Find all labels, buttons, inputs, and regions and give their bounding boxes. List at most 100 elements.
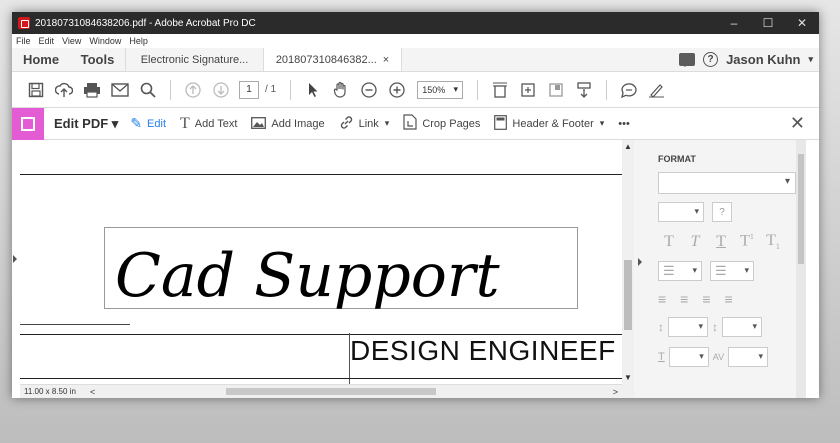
text-italic-icon[interactable]: T	[684, 233, 706, 251]
header-footer-chevron-icon: ▾	[599, 118, 605, 128]
tab-tools[interactable]: Tools	[70, 48, 126, 71]
add-text-button[interactable]: T Add Text	[180, 115, 237, 133]
document-view[interactable]: Cad Support DESIGN ENGINEEF	[20, 140, 622, 398]
text-t-icon: T	[180, 114, 190, 132]
vertical-scroll-thumb[interactable]	[624, 260, 632, 330]
main-area: Cad Support DESIGN ENGINEEF ▲ ▼ FORMAT ?	[12, 140, 819, 398]
signature-text: Cad Support	[115, 241, 501, 310]
acrobat-window: 20180731084638206.pdf - Adobe Acrobat Pr…	[12, 12, 819, 398]
scroll-left-icon[interactable]: <	[90, 387, 95, 397]
close-window-button[interactable]: ✕	[785, 16, 819, 30]
menu-file[interactable]: File	[16, 36, 31, 46]
text-underline-icon[interactable]: T	[710, 233, 732, 251]
tab-home[interactable]: Home	[12, 48, 70, 71]
align-justify-icon[interactable]: ≡	[725, 291, 733, 307]
scroll-up-icon[interactable]: ▲	[624, 142, 632, 151]
right-panel-toggle[interactable]	[634, 140, 648, 398]
link-chain-icon	[339, 115, 354, 133]
align-right-icon[interactable]: ≡	[702, 291, 710, 307]
sign-pen-icon[interactable]	[643, 78, 671, 102]
link-button[interactable]: Link ▾	[339, 115, 389, 133]
tab-current-document[interactable]: 201807310846382... ×	[264, 48, 402, 71]
header-footer-button[interactable]: Header & Footer ▾	[494, 114, 605, 133]
text-subscript-icon[interactable]: T1	[762, 232, 784, 251]
select-arrow-icon[interactable]	[299, 78, 327, 102]
comment-icon[interactable]	[615, 78, 643, 102]
document-rule-top	[20, 174, 622, 175]
document-rule-bottom	[20, 378, 622, 379]
zoom-level-dropdown[interactable]: 150% ▾	[417, 80, 464, 99]
edit-text-image-icon: ✎	[130, 115, 143, 131]
main-toolbar: 1 / 1 150% ▾	[12, 72, 819, 108]
scroll-down-icon[interactable]: ▼	[624, 373, 632, 382]
crop-pages-button[interactable]: Crop Pages	[403, 114, 480, 133]
font-help-icon[interactable]: ?	[712, 202, 732, 222]
character-spacing-dropdown[interactable]	[728, 347, 769, 368]
menu-edit[interactable]: Edit	[39, 36, 55, 46]
format-panel-scroll-thumb[interactable]	[798, 154, 804, 264]
close-tab-icon[interactable]: ×	[383, 54, 389, 66]
zoom-level-value: 150%	[422, 84, 446, 95]
zoom-out-icon[interactable]	[355, 78, 383, 102]
page-number-input[interactable]: 1	[239, 80, 259, 99]
edit-button[interactable]: ✎ Edit	[130, 115, 166, 132]
signature-handwriting: Cad Support	[115, 241, 501, 310]
edit-pdf-tool-icon[interactable]	[12, 107, 44, 140]
format-panel-scrollbar[interactable]	[796, 140, 806, 398]
menu-help[interactable]: Help	[129, 36, 148, 46]
page-total: / 1	[265, 84, 277, 95]
line-spacing-dropdown[interactable]	[668, 317, 708, 338]
menu-window[interactable]: Window	[89, 36, 121, 46]
scroll-mode-icon[interactable]	[570, 78, 598, 102]
scroll-right-icon[interactable]: >	[613, 387, 618, 397]
maximize-button[interactable]: ☐	[751, 16, 785, 30]
horizontal-scale-dropdown[interactable]	[668, 347, 709, 368]
save-icon[interactable]	[22, 78, 50, 102]
email-icon[interactable]	[106, 78, 134, 102]
left-panel-toggle[interactable]	[12, 140, 20, 398]
paragraph-spacing-icon: ↕	[712, 320, 718, 335]
edit-pdf-toolbar: Edit PDF ▾ ✎ Edit T Add Text Add Image L…	[12, 107, 819, 140]
paragraph-spacing-dropdown[interactable]	[722, 317, 762, 338]
next-page-icon[interactable]	[207, 78, 235, 102]
font-size-row: ?	[658, 202, 796, 222]
print-icon[interactable]	[78, 78, 106, 102]
comment-notification-icon[interactable]	[679, 53, 696, 67]
upload-cloud-icon[interactable]	[50, 78, 78, 102]
tab-electronic-signature[interactable]: Electronic Signature...	[126, 48, 264, 71]
text-superscript-icon[interactable]: T1	[736, 232, 758, 250]
full-screen-icon[interactable]	[542, 78, 570, 102]
fit-page-icon[interactable]	[486, 78, 514, 102]
add-image-button[interactable]: Add Image	[251, 116, 325, 132]
menu-view[interactable]: View	[62, 36, 81, 46]
align-center-icon[interactable]: ≡	[680, 291, 688, 307]
crop-icon	[403, 114, 417, 133]
align-left-icon[interactable]: ≡	[658, 291, 666, 307]
signature-image-box[interactable]: Cad Support	[104, 227, 578, 310]
horizontal-scroll-thumb[interactable]	[226, 388, 436, 395]
previous-page-icon[interactable]	[179, 78, 207, 102]
header-footer-icon	[494, 114, 508, 133]
hand-tool-icon[interactable]	[327, 78, 355, 102]
zoom-in-icon[interactable]	[383, 78, 411, 102]
close-edit-toolbar-button[interactable]: ✕	[790, 113, 805, 134]
numbered-list-dropdown[interactable]: ☰	[710, 261, 754, 282]
help-icon[interactable]: ?	[703, 52, 719, 67]
font-size-dropdown[interactable]	[658, 202, 704, 222]
text-bold-icon[interactable]: T	[658, 233, 680, 251]
font-family-dropdown[interactable]	[658, 172, 796, 194]
bullet-list-dropdown[interactable]: ☰	[658, 261, 702, 282]
search-icon[interactable]	[134, 78, 162, 102]
edit-pdf-menu[interactable]: Edit PDF ▾	[54, 116, 118, 132]
user-name[interactable]: Jason Kuhn	[726, 52, 800, 67]
zoom-chevron-icon: ▾	[453, 84, 459, 94]
title-bar: 20180731084638206.pdf - Adobe Acrobat Pr…	[12, 12, 819, 34]
more-tools-button[interactable]: •••	[618, 118, 630, 130]
format-panel: FORMAT ? T T T T1 T1 ☰ ☰	[648, 140, 806, 398]
format-panel-title: FORMAT	[658, 154, 696, 164]
tab-bar: Home Tools Electronic Signature... 20180…	[12, 48, 819, 72]
user-menu-chevron-icon[interactable]: ▾	[808, 54, 813, 65]
rotate-view-icon[interactable]	[514, 78, 542, 102]
document-vertical-scrollbar[interactable]: ▲ ▼	[622, 140, 634, 398]
minimize-button[interactable]: –	[717, 16, 751, 30]
